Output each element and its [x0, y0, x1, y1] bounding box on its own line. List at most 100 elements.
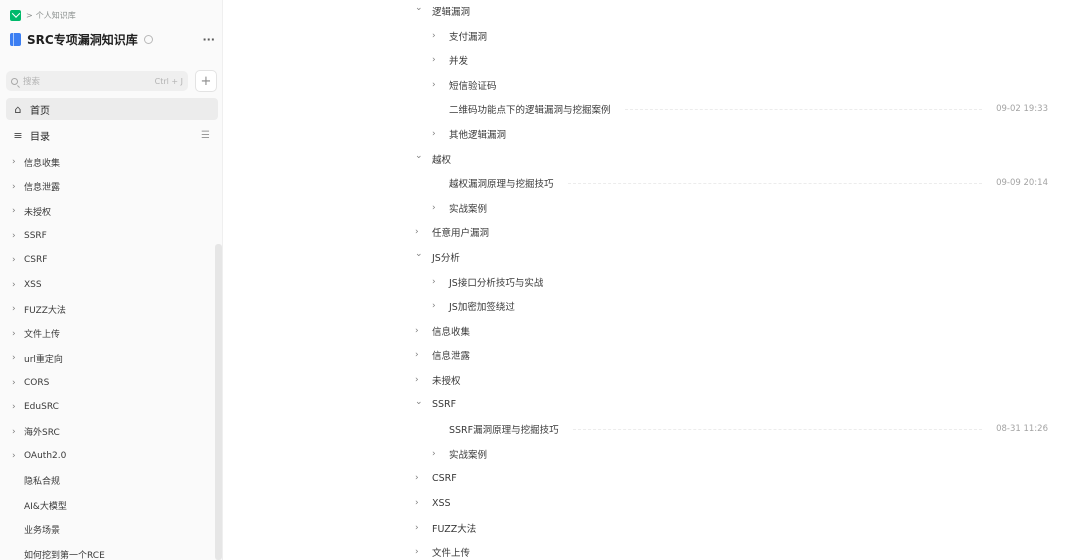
- sidebar-tree-label: OAuth2.0: [24, 451, 67, 461]
- sidebar-tree-item[interactable]: › url重定向: [6, 347, 211, 369]
- chevron-down-icon[interactable]: ⌄: [415, 3, 432, 13]
- chevron-right-icon[interactable]: ›: [12, 427, 24, 437]
- chevron-right-icon[interactable]: ›: [415, 498, 432, 508]
- folder-row[interactable]: › CSRF: [415, 467, 457, 489]
- chevron-right-icon[interactable]: ›: [432, 129, 449, 139]
- sidebar-tree-item[interactable]: › EduSRC: [6, 396, 211, 418]
- folder-row[interactable]: ⌄ SSRF: [415, 394, 456, 416]
- sidebar-tree-label: 未授权: [24, 207, 52, 218]
- chevron-right-icon[interactable]: ›: [432, 301, 449, 311]
- sidebar-tree-item[interactable]: › XSS: [6, 274, 211, 296]
- nav-home[interactable]: ⌂ 首页: [6, 98, 218, 120]
- folder-row[interactable]: › 未授权: [415, 369, 461, 391]
- more-menu-button[interactable]: ···: [202, 33, 215, 46]
- folder-row[interactable]: › JS接口分析技巧与实战: [432, 271, 543, 293]
- chevron-right-icon[interactable]: ›: [415, 227, 432, 237]
- sidebar-tree-item[interactable]: › 文件上传: [6, 323, 211, 345]
- chevron-down-icon[interactable]: ⌄: [415, 151, 432, 161]
- chevron-right-icon[interactable]: ›: [12, 329, 24, 339]
- folder-row[interactable]: › FUZZ大法: [415, 517, 476, 539]
- chevron-right-icon[interactable]: ›: [12, 402, 24, 412]
- sidebar-tree-item[interactable]: › CSRF: [6, 249, 211, 271]
- sidebar-tree-item[interactable]: ›业务场景: [6, 519, 211, 541]
- sidebar-tree-item[interactable]: ›AI&大模型: [6, 494, 211, 516]
- folder-row[interactable]: › 实战案例: [432, 443, 487, 465]
- sidebar-scrollbar[interactable]: [215, 244, 222, 560]
- chevron-right-icon[interactable]: ›: [12, 304, 24, 314]
- folder-row[interactable]: › 任意用户漏洞: [415, 221, 489, 243]
- sidebar-tree-item[interactable]: ›隐私合规: [6, 470, 211, 492]
- sidebar-tree-label: 文件上传: [24, 330, 61, 340]
- chevron-down-icon[interactable]: ⌄: [415, 397, 432, 407]
- folder-row[interactable]: › 信息收集: [415, 320, 470, 342]
- chevron-right-icon[interactable]: ›: [415, 473, 432, 483]
- folder-row[interactable]: › 实战案例: [432, 197, 487, 219]
- chevron-right-icon[interactable]: ›: [432, 80, 449, 90]
- sidebar-tree-item[interactable]: › 信息收集: [6, 151, 211, 173]
- breadcrumb-item[interactable]: 个人知识库: [36, 10, 76, 21]
- folder-title: 文件上传: [432, 548, 471, 560]
- chevron-right-icon[interactable]: ›: [432, 203, 449, 213]
- sidebar-tree-item[interactable]: › 信息泄露: [6, 176, 211, 198]
- folder-title: FUZZ大法: [432, 523, 477, 535]
- doc-row[interactable]: SSRF漏洞原理与挖掘技巧 08-31 11:26: [449, 418, 1048, 440]
- chevron-down-icon[interactable]: ⌄: [415, 249, 432, 259]
- doc-timestamp: 09-09 20:14: [996, 178, 1048, 189]
- folder-row[interactable]: › 支付漏洞: [432, 25, 487, 47]
- add-button[interactable]: +: [195, 70, 217, 92]
- folder-row[interactable]: › 其他逻辑漏洞: [432, 123, 506, 145]
- chevron-right-icon[interactable]: ›: [432, 55, 449, 65]
- sidebar-tree-item[interactable]: › CORS: [6, 372, 211, 394]
- chevron-right-icon[interactable]: ›: [12, 206, 24, 216]
- folder-row[interactable]: › 并发: [432, 49, 468, 71]
- nav-home-label: 首页: [30, 105, 50, 117]
- chevron-right-icon[interactable]: ›: [432, 31, 449, 41]
- toc-collapse-icon[interactable]: ☰: [201, 130, 210, 141]
- folder-row[interactable]: › 文件上传: [415, 541, 470, 560]
- folder-title: 未授权: [432, 376, 461, 387]
- nav-toc[interactable]: ≡ 目录 ☰: [6, 124, 218, 146]
- doc-row[interactable]: 二维码功能点下的逻辑漏洞与挖掘案例 09-02 19:33: [449, 98, 1048, 120]
- chevron-right-icon[interactable]: ›: [432, 449, 449, 459]
- sidebar-tree-item[interactable]: › FUZZ大法: [6, 298, 211, 320]
- folder-row[interactable]: ⌄ 逻辑漏洞: [415, 0, 470, 22]
- sidebar-tree-item[interactable]: › 未授权: [6, 200, 211, 222]
- sidebar-tree-label: XSS: [24, 279, 42, 290]
- chevron-right-icon[interactable]: ›: [415, 350, 432, 360]
- chevron-right-icon[interactable]: ›: [432, 277, 449, 287]
- breadcrumb[interactable]: > 个人知识库: [10, 8, 76, 22]
- chevron-right-icon[interactable]: ›: [12, 280, 24, 290]
- sidebar-tree-item[interactable]: ›如何挖到第一个RCE: [6, 543, 211, 560]
- chevron-right-icon[interactable]: ›: [415, 375, 432, 385]
- sidebar-tree-item[interactable]: › OAuth2.0: [6, 445, 211, 467]
- chevron-right-icon[interactable]: ›: [12, 451, 24, 461]
- chevron-right-icon[interactable]: ›: [12, 182, 24, 192]
- kb-title[interactable]: SRC专项漏洞知识库: [27, 31, 138, 48]
- chevron-right-icon[interactable]: ›: [415, 547, 432, 557]
- toc-icon: ≡: [13, 128, 23, 142]
- folder-row[interactable]: ⌄ JS分析: [415, 246, 460, 268]
- folder-title: 并发: [449, 56, 469, 68]
- sidebar-tree-item[interactable]: › 海外SRC: [6, 421, 211, 443]
- chevron-right-icon[interactable]: ›: [12, 378, 24, 388]
- sidebar-tree-item[interactable]: › SSRF: [6, 225, 211, 247]
- folder-row[interactable]: › JS加密加签绕过: [432, 295, 515, 317]
- doc-title: 越权漏洞原理与挖掘技巧: [449, 179, 554, 191]
- folder-row[interactable]: › XSS: [415, 492, 451, 514]
- chevron-right-icon[interactable]: ›: [12, 255, 24, 265]
- chevron-right-icon[interactable]: ›: [12, 157, 24, 167]
- chevron-right-icon[interactable]: ›: [12, 231, 24, 241]
- chevron-right-icon[interactable]: ›: [415, 523, 432, 533]
- search-input[interactable]: 搜索 Ctrl + J: [6, 71, 188, 91]
- app-logo-icon[interactable]: [10, 9, 21, 21]
- folder-row[interactable]: › 信息泄露: [415, 344, 470, 366]
- doc-timestamp: 08-31 11:26: [996, 424, 1048, 435]
- chevron-right-icon[interactable]: ›: [415, 326, 432, 336]
- folder-title: 实战案例: [449, 203, 488, 215]
- folder-row[interactable]: › 短信验证码: [432, 74, 497, 96]
- folder-row[interactable]: ⌄ 越权: [415, 148, 451, 170]
- doc-row[interactable]: 越权漏洞原理与挖掘技巧 09-09 20:14: [449, 172, 1048, 194]
- chevron-right-icon[interactable]: ›: [12, 353, 24, 363]
- folder-title: 短信验证码: [449, 80, 497, 92]
- sidebar-tree-label: CORS: [24, 377, 50, 388]
